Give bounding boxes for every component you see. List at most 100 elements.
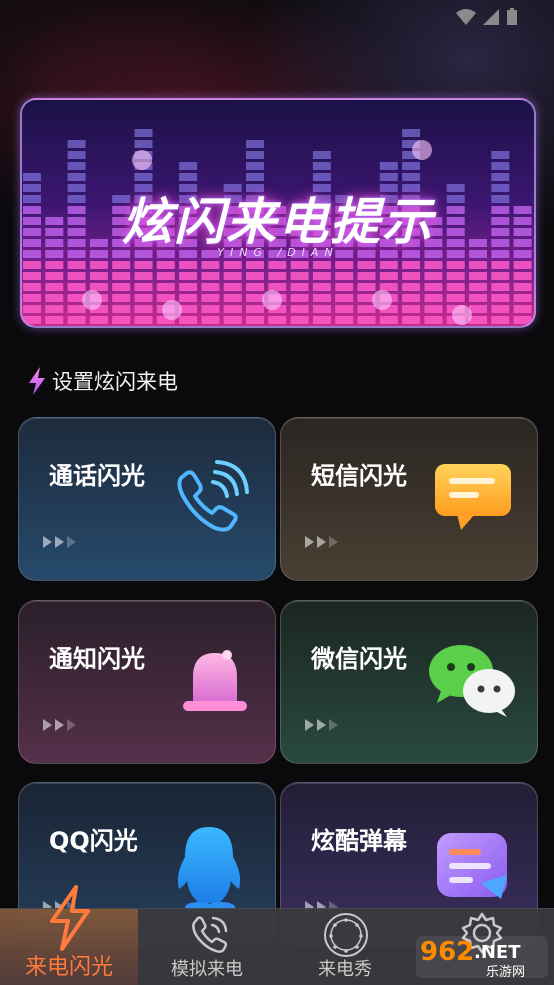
bell-icon <box>183 650 247 711</box>
equalizer-block <box>402 261 421 269</box>
equalizer-block <box>45 316 64 324</box>
sparkle <box>132 150 152 170</box>
equalizer-block <box>201 294 220 302</box>
equalizer-block <box>23 173 41 181</box>
equalizer-block <box>223 316 242 324</box>
equalizer-block <box>312 294 331 302</box>
equalizer-block <box>67 272 86 280</box>
equalizer-block <box>402 162 421 170</box>
equalizer-block <box>246 305 264 313</box>
equalizer-block <box>379 283 398 291</box>
equalizer-block <box>134 272 153 280</box>
equalizer-block <box>513 316 532 324</box>
equalizer-block <box>201 272 220 280</box>
equalizer-block <box>134 173 153 181</box>
equalizer-block <box>491 283 510 291</box>
tab-call-show[interactable]: 来电秀 <box>276 909 414 985</box>
equalizer-block <box>379 162 398 170</box>
equalizer-block <box>424 261 443 269</box>
sparkle <box>372 290 392 310</box>
equalizer-block <box>469 283 487 291</box>
equalizer-block <box>312 173 331 181</box>
equalizer-block <box>290 272 309 280</box>
equalizer-block <box>112 261 131 269</box>
sms-flash-card[interactable]: 短信闪光 <box>280 417 538 581</box>
section-title: 设置炫闪来电 <box>52 370 178 394</box>
tab-label: 来电秀 <box>318 959 372 980</box>
equalizer-block <box>357 272 376 280</box>
equalizer-block <box>67 140 86 148</box>
equalizer-block <box>379 261 398 269</box>
wechat-flash-card[interactable]: 微信闪光 <box>280 600 538 764</box>
status-bar <box>0 0 554 34</box>
call-flash-card[interactable]: 通话闪光 <box>18 417 276 581</box>
equalizer-block <box>112 305 131 313</box>
equalizer-block <box>312 305 331 313</box>
equalizer-block <box>246 272 264 280</box>
equalizer-block <box>491 272 510 280</box>
equalizer-block <box>45 294 64 302</box>
equalizer-block <box>67 261 86 269</box>
equalizer-block <box>67 173 86 181</box>
equalizer-block <box>446 261 465 269</box>
equalizer-block <box>112 294 131 302</box>
message-bubble-icon <box>435 464 511 530</box>
svg-text:乐游网: 乐游网 <box>486 965 525 980</box>
equalizer-block <box>335 261 354 269</box>
section-header: 设置炫闪来电 <box>26 366 178 396</box>
equalizer-block <box>379 173 398 181</box>
tab-call-flash[interactable]: 来电闪光 <box>0 885 138 985</box>
equalizer-block <box>312 283 331 291</box>
equalizer-block <box>268 261 287 269</box>
promo-banner[interactable]: 炫闪来电提示 YING /DIAN <box>20 98 536 328</box>
equalizer-block <box>402 272 421 280</box>
card-label: 微信闪光 <box>311 645 407 673</box>
equalizer-block <box>246 283 264 291</box>
equalizer-block <box>67 151 86 159</box>
arrows-icon <box>43 536 76 548</box>
notification-flash-card[interactable]: 通知闪光 <box>18 600 276 764</box>
equalizer-block <box>134 316 153 324</box>
equalizer-block <box>424 305 443 313</box>
equalizer-block <box>67 283 86 291</box>
equalizer-block <box>112 272 131 280</box>
equalizer-block <box>424 272 443 280</box>
equalizer-block <box>268 316 287 324</box>
svg-text:.NET: .NET <box>474 942 521 963</box>
equalizer-block <box>67 316 86 324</box>
lightning-icon <box>29 367 45 395</box>
wifi-icon <box>456 9 476 25</box>
equalizer-block <box>335 305 354 313</box>
equalizer-block <box>312 162 331 170</box>
sparkle <box>452 305 472 325</box>
equalizer-block <box>179 272 198 280</box>
equalizer-block <box>402 316 421 324</box>
wechat-icon <box>429 645 515 717</box>
watermark-logo-text: 962 <box>420 937 474 967</box>
equalizer-block <box>23 261 41 269</box>
equalizer-block <box>23 272 41 280</box>
tab-simulated-call[interactable]: 模拟来电 <box>138 909 276 985</box>
battery-icon <box>507 8 517 25</box>
sparkle <box>262 290 282 310</box>
equalizer-block <box>402 173 421 181</box>
lightning-icon <box>50 885 90 951</box>
equalizer-block <box>290 305 309 313</box>
equalizer-block <box>223 294 242 302</box>
equalizer-block <box>424 294 443 302</box>
equalizer-block <box>469 305 487 313</box>
equalizer-block <box>513 294 532 302</box>
equalizer-block <box>402 129 421 137</box>
equalizer-block <box>290 283 309 291</box>
equalizer-block <box>223 283 242 291</box>
equalizer-block <box>379 316 398 324</box>
equalizer-block <box>491 162 510 170</box>
equalizer-block <box>134 294 153 302</box>
equalizer-block <box>469 272 487 280</box>
equalizer-block <box>424 316 443 324</box>
equalizer-block <box>357 261 376 269</box>
equalizer-block <box>134 140 153 148</box>
equalizer-block <box>469 261 487 269</box>
equalizer-block <box>134 261 153 269</box>
equalizer-block <box>312 261 331 269</box>
